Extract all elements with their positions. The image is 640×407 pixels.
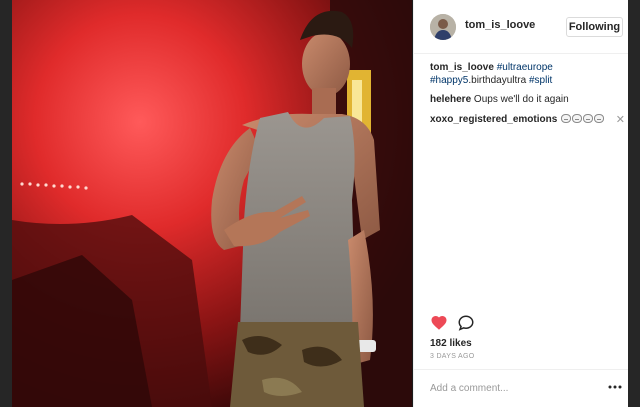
comment-icon[interactable] xyxy=(457,314,475,332)
emoji-group xyxy=(560,113,605,125)
close-icon[interactable]: ✕ xyxy=(616,114,625,126)
caption-username[interactable]: tom_is_loove xyxy=(430,62,494,73)
emoji-icon xyxy=(594,113,605,123)
emoji-icon xyxy=(561,113,572,123)
add-comment-bar xyxy=(414,369,629,407)
heart-icon[interactable] xyxy=(430,314,448,332)
backdrop-right xyxy=(628,0,640,407)
likes-count[interactable]: 182 likes xyxy=(430,338,472,349)
hashtag-link[interactable]: #ultraeurope xyxy=(497,62,553,73)
avatar[interactable] xyxy=(430,14,456,40)
add-comment-input[interactable] xyxy=(430,380,595,396)
post-header: tom_is_loove Following xyxy=(414,0,629,54)
following-button[interactable]: Following xyxy=(566,17,623,37)
comment-username[interactable]: xoxo_registered_emotions xyxy=(430,114,557,125)
caption: tom_is_loove #ultraeurope #happy5.birthd… xyxy=(430,62,620,87)
post-timestamp: 3 DAYS AGO xyxy=(430,353,475,360)
post-photo[interactable] xyxy=(12,0,412,407)
post-author-username[interactable]: tom_is_loove xyxy=(465,19,535,31)
comment-text: Oups we'll do it again xyxy=(473,94,569,105)
more-icon[interactable] xyxy=(608,382,622,392)
photo-image xyxy=(12,0,412,407)
post-actions xyxy=(430,314,510,334)
hashtag-link[interactable]: #happy5 xyxy=(430,75,468,86)
hashtag-link[interactable]: #split xyxy=(529,75,552,86)
emoji-icon xyxy=(583,113,594,123)
backdrop-left xyxy=(0,0,12,407)
post-sidebar: tom_is_loove Following tom_is_loove #ult… xyxy=(413,0,629,407)
comment-username[interactable]: helehere xyxy=(430,94,471,105)
comments-list: tom_is_loove #ultraeurope #happy5.birthd… xyxy=(430,62,625,133)
comment-item: helehere Oups we'll do it again xyxy=(430,94,620,107)
emoji-icon xyxy=(572,113,583,123)
caption-text: .birthdayultra xyxy=(468,74,529,86)
comment-item: xoxo_registered_emotions ✕ xyxy=(430,113,625,127)
